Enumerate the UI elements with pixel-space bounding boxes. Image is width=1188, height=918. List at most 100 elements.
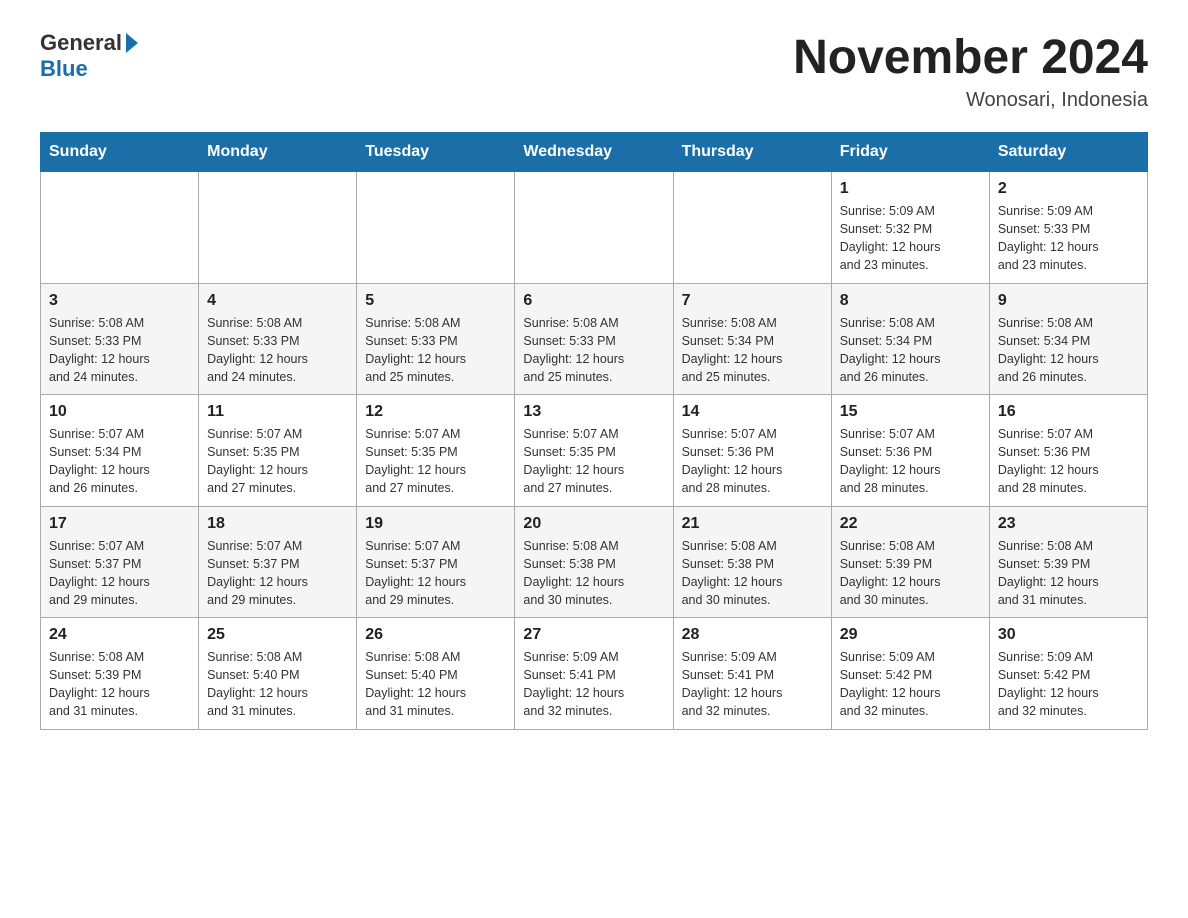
- day-number: 9: [998, 292, 1139, 310]
- calendar-cell: 23 Sunrise: 5:08 AM Sunset: 5:39 PM Dayli…: [989, 506, 1147, 618]
- weekday-header-tuesday: Tuesday: [357, 133, 515, 172]
- day-number: 3: [49, 292, 190, 310]
- calendar-week-row: 24 Sunrise: 5:08 AM Sunset: 5:39 PM Dayli…: [41, 618, 1148, 730]
- calendar-week-row: 17Sunrise: 5:07 AM Sunset: 5:37 PM Dayli…: [41, 506, 1148, 618]
- calendar-cell: 24 Sunrise: 5:08 AM Sunset: 5:39 PM Dayli…: [41, 618, 199, 730]
- day-number: 2: [998, 180, 1139, 198]
- calendar-cell: 13Sunrise: 5:07 AM Sunset: 5:35 PM Dayli…: [515, 395, 673, 507]
- day-number: 11: [207, 403, 348, 421]
- day-number: 21: [682, 515, 823, 533]
- day-sun-info: Sunrise: 5:08 AM Sunset: 5:38 PM Dayligh…: [682, 537, 823, 610]
- day-number: 15: [840, 403, 981, 421]
- day-number: 4: [207, 292, 348, 310]
- calendar-cell: 27 Sunrise: 5:09 AM Sunset: 5:41 PM Dayli…: [515, 618, 673, 730]
- day-number: 8: [840, 292, 981, 310]
- calendar-cell: 15 Sunrise: 5:07 AM Sunset: 5:36 PM Dayli…: [831, 395, 989, 507]
- day-number: 18: [207, 515, 348, 533]
- day-sun-info: Sunrise: 5:08 AM Sunset: 5:34 PM Dayligh…: [840, 314, 981, 387]
- day-number: 1: [840, 180, 981, 198]
- day-sun-info: Sunrise: 5:08 AM Sunset: 5:33 PM Dayligh…: [523, 314, 664, 387]
- calendar-cell: 3 Sunrise: 5:08 AM Sunset: 5:33 PM Daylig…: [41, 283, 199, 395]
- day-sun-info: Sunrise: 5:07 AM Sunset: 5:37 PM Dayligh…: [49, 537, 190, 610]
- day-sun-info: Sunrise: 5:07 AM Sunset: 5:35 PM Dayligh…: [523, 425, 664, 498]
- day-sun-info: Sunrise: 5:07 AM Sunset: 5:37 PM Dayligh…: [207, 537, 348, 610]
- day-sun-info: Sunrise: 5:09 AM Sunset: 5:42 PM Dayligh…: [998, 648, 1139, 721]
- calendar-cell: 25Sunrise: 5:08 AM Sunset: 5:40 PM Dayli…: [199, 618, 357, 730]
- day-number: 7: [682, 292, 823, 310]
- calendar-table: SundayMondayTuesdayWednesdayThursdayFrid…: [40, 132, 1148, 730]
- calendar-cell: 1Sunrise: 5:09 AM Sunset: 5:32 PM Daylig…: [831, 172, 989, 284]
- calendar-cell: 7Sunrise: 5:08 AM Sunset: 5:34 PM Daylig…: [673, 283, 831, 395]
- page-header: General Blue November 2024 Wonosari, Ind…: [40, 30, 1148, 112]
- day-number: 14: [682, 403, 823, 421]
- day-number: 5: [365, 292, 506, 310]
- weekday-header-wednesday: Wednesday: [515, 133, 673, 172]
- calendar-cell: 8 Sunrise: 5:08 AM Sunset: 5:34 PM Daylig…: [831, 283, 989, 395]
- day-number: 27: [523, 626, 664, 644]
- calendar-cell: [357, 172, 515, 284]
- calendar-week-row: 3 Sunrise: 5:08 AM Sunset: 5:33 PM Daylig…: [41, 283, 1148, 395]
- calendar-cell: 22 Sunrise: 5:08 AM Sunset: 5:39 PM Dayli…: [831, 506, 989, 618]
- calendar-cell: [515, 172, 673, 284]
- calendar-cell: 29 Sunrise: 5:09 AM Sunset: 5:42 PM Dayli…: [831, 618, 989, 730]
- day-sun-info: Sunrise: 5:08 AM Sunset: 5:33 PM Dayligh…: [207, 314, 348, 387]
- day-sun-info: Sunrise: 5:07 AM Sunset: 5:35 PM Dayligh…: [365, 425, 506, 498]
- day-sun-info: Sunrise: 5:08 AM Sunset: 5:34 PM Dayligh…: [998, 314, 1139, 387]
- weekday-header-saturday: Saturday: [989, 133, 1147, 172]
- calendar-cell: 12 Sunrise: 5:07 AM Sunset: 5:35 PM Dayli…: [357, 395, 515, 507]
- day-sun-info: Sunrise: 5:08 AM Sunset: 5:39 PM Dayligh…: [998, 537, 1139, 610]
- calendar-cell: 16Sunrise: 5:07 AM Sunset: 5:36 PM Dayli…: [989, 395, 1147, 507]
- calendar-cell: 14 Sunrise: 5:07 AM Sunset: 5:36 PM Dayli…: [673, 395, 831, 507]
- day-sun-info: Sunrise: 5:07 AM Sunset: 5:36 PM Dayligh…: [682, 425, 823, 498]
- day-number: 12: [365, 403, 506, 421]
- day-sun-info: Sunrise: 5:09 AM Sunset: 5:33 PM Dayligh…: [998, 202, 1139, 275]
- day-sun-info: Sunrise: 5:09 AM Sunset: 5:42 PM Dayligh…: [840, 648, 981, 721]
- day-sun-info: Sunrise: 5:07 AM Sunset: 5:37 PM Dayligh…: [365, 537, 506, 610]
- calendar-cell: 21 Sunrise: 5:08 AM Sunset: 5:38 PM Dayli…: [673, 506, 831, 618]
- day-sun-info: Sunrise: 5:08 AM Sunset: 5:38 PM Dayligh…: [523, 537, 664, 610]
- calendar-cell: 11 Sunrise: 5:07 AM Sunset: 5:35 PM Dayli…: [199, 395, 357, 507]
- day-number: 25: [207, 626, 348, 644]
- day-number: 29: [840, 626, 981, 644]
- calendar-cell: 20 Sunrise: 5:08 AM Sunset: 5:38 PM Dayli…: [515, 506, 673, 618]
- day-sun-info: Sunrise: 5:09 AM Sunset: 5:41 PM Dayligh…: [682, 648, 823, 721]
- day-number: 22: [840, 515, 981, 533]
- calendar-cell: 2 Sunrise: 5:09 AM Sunset: 5:33 PM Daylig…: [989, 172, 1147, 284]
- day-sun-info: Sunrise: 5:08 AM Sunset: 5:33 PM Dayligh…: [365, 314, 506, 387]
- day-sun-info: Sunrise: 5:08 AM Sunset: 5:39 PM Dayligh…: [840, 537, 981, 610]
- weekday-header-thursday: Thursday: [673, 133, 831, 172]
- logo-blue-text: Blue: [40, 56, 88, 82]
- calendar-week-row: 1Sunrise: 5:09 AM Sunset: 5:32 PM Daylig…: [41, 172, 1148, 284]
- day-sun-info: Sunrise: 5:07 AM Sunset: 5:36 PM Dayligh…: [840, 425, 981, 498]
- day-sun-info: Sunrise: 5:08 AM Sunset: 5:33 PM Dayligh…: [49, 314, 190, 387]
- logo-general-text: General: [40, 30, 122, 56]
- day-number: 20: [523, 515, 664, 533]
- day-sun-info: Sunrise: 5:08 AM Sunset: 5:39 PM Dayligh…: [49, 648, 190, 721]
- day-number: 26: [365, 626, 506, 644]
- calendar-cell: 10Sunrise: 5:07 AM Sunset: 5:34 PM Dayli…: [41, 395, 199, 507]
- day-sun-info: Sunrise: 5:08 AM Sunset: 5:40 PM Dayligh…: [365, 648, 506, 721]
- calendar-header-row: SundayMondayTuesdayWednesdayThursdayFrid…: [41, 133, 1148, 172]
- day-sun-info: Sunrise: 5:07 AM Sunset: 5:35 PM Dayligh…: [207, 425, 348, 498]
- day-number: 23: [998, 515, 1139, 533]
- calendar-cell: 30Sunrise: 5:09 AM Sunset: 5:42 PM Dayli…: [989, 618, 1147, 730]
- day-number: 24: [49, 626, 190, 644]
- calendar-cell: 26 Sunrise: 5:08 AM Sunset: 5:40 PM Dayli…: [357, 618, 515, 730]
- calendar-cell: [199, 172, 357, 284]
- month-title: November 2024: [793, 30, 1148, 85]
- calendar-week-row: 10Sunrise: 5:07 AM Sunset: 5:34 PM Dayli…: [41, 395, 1148, 507]
- calendar-cell: 4 Sunrise: 5:08 AM Sunset: 5:33 PM Daylig…: [199, 283, 357, 395]
- calendar-cell: 28 Sunrise: 5:09 AM Sunset: 5:41 PM Dayli…: [673, 618, 831, 730]
- logo-arrow-icon: [126, 33, 138, 53]
- calendar-cell: [41, 172, 199, 284]
- day-number: 28: [682, 626, 823, 644]
- calendar-cell: 6 Sunrise: 5:08 AM Sunset: 5:33 PM Daylig…: [515, 283, 673, 395]
- calendar-cell: 19Sunrise: 5:07 AM Sunset: 5:37 PM Dayli…: [357, 506, 515, 618]
- day-number: 6: [523, 292, 664, 310]
- calendar-cell: 9 Sunrise: 5:08 AM Sunset: 5:34 PM Daylig…: [989, 283, 1147, 395]
- weekday-header-friday: Friday: [831, 133, 989, 172]
- day-sun-info: Sunrise: 5:09 AM Sunset: 5:41 PM Dayligh…: [523, 648, 664, 721]
- calendar-cell: [673, 172, 831, 284]
- logo: General Blue: [40, 30, 140, 82]
- title-section: November 2024 Wonosari, Indonesia: [793, 30, 1148, 112]
